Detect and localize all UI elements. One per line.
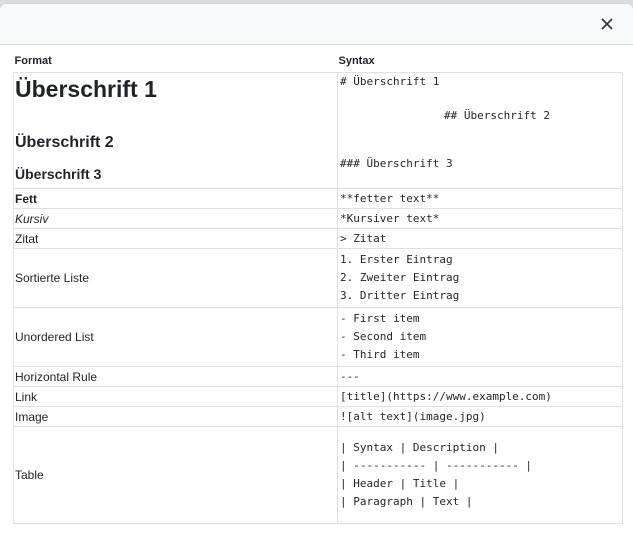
ordered-list-syntax-cell: 1. Erster Eintrag 2. Zweiter Eintrag 3. … bbox=[337, 248, 623, 308]
table-syntax-line: | Syntax | Description | bbox=[340, 441, 499, 454]
table-row-image: Image ![alt text](image.jpg) bbox=[13, 406, 623, 427]
ordered-list-item: 3. Dritter Eintrag bbox=[340, 289, 460, 302]
heading-1-example: Überschrift 1 bbox=[15, 76, 157, 102]
table-format-cell: Table bbox=[13, 426, 338, 524]
table-row-hr: Horizontal Rule --- bbox=[13, 366, 623, 387]
unordered-list-item: - Third item bbox=[340, 348, 420, 361]
hr-format-cell: Horizontal Rule bbox=[13, 366, 338, 387]
table-row-link: Link [title](https://www.example.com) bbox=[13, 386, 623, 407]
heading-3-example: Überschrift 3 bbox=[15, 166, 102, 182]
quote-format-cell: Zitat bbox=[13, 228, 338, 249]
close-icon bbox=[601, 18, 613, 30]
link-syntax-cell: [title](https://www.example.com) bbox=[337, 386, 623, 407]
unordered-list-format-cell: Unordered List bbox=[13, 307, 338, 367]
ordered-list-item: 1. Erster Eintrag bbox=[340, 253, 453, 266]
table-row-italic: Kursiv *Kursiver text* bbox=[13, 208, 623, 229]
table-syntax-line: | Paragraph | Text | bbox=[340, 495, 473, 508]
unordered-list-syntax-cell: - First item - Second item - Third item bbox=[337, 307, 623, 367]
syntax-column-header: Syntax bbox=[338, 55, 375, 67]
headings-syntax-cell: # Überschrift 1 ## Überschrift 2 ### Übe… bbox=[337, 72, 623, 189]
unordered-list-item: - First item bbox=[340, 312, 420, 325]
table-row-unordered-list: Unordered List - First item - Second ite… bbox=[13, 307, 623, 367]
table-syntax-cell: | Syntax | Description | | ----------- |… bbox=[337, 426, 623, 524]
table-syntax-line: | Header | Title | bbox=[340, 477, 460, 490]
dialog-content: Format Syntax Überschrift 1 Überschrift … bbox=[13, 50, 623, 524]
bold-syntax-cell: **fetter text** bbox=[337, 188, 623, 209]
table-row-ordered-list: Sortierte Liste 1. Erster Eintrag 2. Zwe… bbox=[13, 248, 623, 308]
image-format-cell: Image bbox=[13, 406, 338, 427]
markdown-syntax-table: Format Syntax Überschrift 1 Überschrift … bbox=[13, 50, 623, 524]
heading-2-example: Überschrift 2 bbox=[15, 134, 114, 151]
table-row-bold: Fett **fetter text** bbox=[13, 188, 623, 209]
link-format-cell: Link bbox=[13, 386, 338, 407]
heading-3-syntax: ### Überschrift 3 bbox=[340, 157, 453, 170]
heading-2-syntax: ## Überschrift 2 bbox=[444, 109, 550, 122]
table-row-quote: Zitat > Zitat bbox=[13, 228, 623, 249]
quote-syntax-cell: > Zitat bbox=[337, 228, 623, 249]
hr-syntax-cell: --- bbox=[337, 366, 623, 387]
heading-1-syntax: # Überschrift 1 bbox=[340, 75, 440, 88]
table-row-headings: Überschrift 1 Überschrift 2 Überschrift … bbox=[13, 72, 623, 189]
image-syntax-cell: ![alt text](image.jpg) bbox=[337, 406, 623, 427]
italic-syntax-cell: *Kursiver text* bbox=[337, 208, 623, 229]
dialog-header bbox=[0, 4, 633, 45]
close-button[interactable] bbox=[595, 12, 619, 36]
ordered-list-format-cell: Sortierte Liste bbox=[13, 248, 338, 308]
table-row-table: Table | Syntax | Description | | -------… bbox=[13, 426, 623, 524]
table-syntax-line: | ----------- | ----------- | bbox=[340, 459, 533, 472]
italic-format-cell: Kursiv bbox=[13, 208, 338, 229]
markdown-help-dialog: Format Syntax Überschrift 1 Überschrift … bbox=[0, 4, 633, 555]
bold-format-cell: Fett bbox=[13, 188, 338, 209]
headings-format-cell: Überschrift 1 Überschrift 2 Überschrift … bbox=[13, 72, 338, 189]
format-column-header: Format bbox=[14, 55, 52, 67]
unordered-list-item: - Second item bbox=[340, 330, 427, 343]
ordered-list-item: 2. Zweiter Eintrag bbox=[340, 271, 460, 284]
